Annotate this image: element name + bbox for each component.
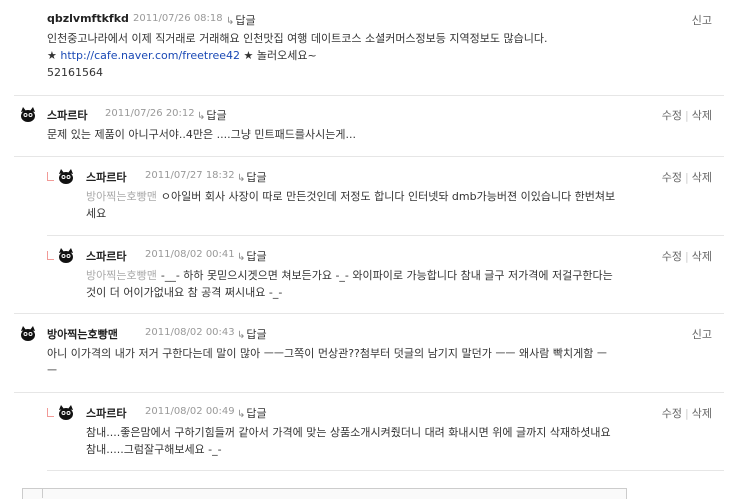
reply-button[interactable]: ↳답글	[237, 326, 267, 342]
comment-text: -__- 하하 못믿으시겟으면 쳐보든가요 -_- 와이파이로 가능합니다 참내…	[160, 269, 613, 282]
comment-actions: 신고	[692, 12, 712, 28]
reply-button[interactable]: ↳답글	[237, 169, 267, 185]
comment-content: 문제 있는 제품이 아니구서야..4만은 ....그냥 민트패드를사시는게...	[47, 126, 356, 143]
comment-input-avatar-slot	[22, 488, 43, 498]
comment-nickname[interactable]: 스파르타	[86, 248, 126, 264]
reply-label: 답글	[246, 328, 267, 341]
comment-divider	[14, 95, 724, 96]
action-separator: |	[685, 171, 689, 184]
avatar-icon	[59, 248, 73, 263]
avatar-icon	[59, 169, 73, 184]
comment-divider	[14, 392, 724, 393]
action-separator: |	[685, 250, 689, 263]
addressee-tag[interactable]: 방아찍는호빵맨	[86, 269, 157, 282]
avatar-icon	[21, 107, 35, 122]
delete-button[interactable]: 삭제	[692, 250, 712, 263]
comment-divider	[47, 470, 724, 471]
reply-indicator-icon	[47, 251, 54, 260]
comment-text-line: ★ http://cafe.naver.com/freetree42 ★ 놀러오…	[47, 47, 547, 64]
reply-label: 답글	[235, 14, 256, 27]
comment-date: 2011/08/02 00:49	[145, 406, 235, 417]
comment-nickname[interactable]: 스파르타	[47, 107, 87, 123]
reply-arrow-icon: ↳	[237, 252, 246, 263]
comment-nickname[interactable]: 스파르타	[86, 405, 126, 421]
comment-date: 2011/08/02 00:43	[145, 327, 235, 338]
reply-button[interactable]: ↳답글	[237, 405, 267, 421]
comment-date: 2011/07/27 18:32	[145, 170, 235, 181]
reply-arrow-icon: ↳	[237, 409, 246, 420]
comment-content: 방아찍는호빵맨 ㅇ아일버 회사 사장이 따로 만든것인데 저정도 합니다 인터넷돠…	[86, 188, 726, 222]
reply-arrow-icon: ↳	[197, 111, 206, 122]
comment-content: 방아찍는호빵맨 -__- 하하 못믿으시겟으면 쳐보든가요 -_- 와이파이로 가…	[86, 267, 726, 301]
comment-text-line: 방아찍는호빵맨 ㅇ아일버 회사 사장이 따로 만든것인데 저정도 합니다 인터넷돠…	[86, 188, 726, 205]
edit-button[interactable]: 수정	[662, 250, 682, 263]
comment-divider	[14, 313, 724, 314]
action-separator: |	[685, 407, 689, 420]
comment-content: 참내....좋은맘에서 구하기힘들꺼 같아서 가격에 맞는 상품소개시켜줬더니 …	[86, 424, 726, 458]
reply-indicator-icon	[47, 172, 54, 181]
avatar-icon	[59, 405, 73, 420]
comment-actions: 수정 | 삭제	[662, 107, 712, 123]
reply-indicator-icon	[47, 408, 54, 417]
reply-label: 답글	[246, 250, 267, 263]
reply-button[interactable]: ↳답글	[197, 107, 227, 123]
comment-text-line: 방아찍는호빵맨 -__- 하하 못믿으시겟으면 쳐보든가요 -_- 와이파이로 가…	[86, 267, 726, 284]
comment-text-line: 52161564	[47, 66, 103, 79]
comment-date: 2011/07/26 08:18	[133, 13, 223, 24]
delete-button[interactable]: 삭제	[692, 407, 712, 420]
delete-button[interactable]: 삭제	[692, 109, 712, 122]
edit-button[interactable]: 수정	[662, 407, 682, 420]
comment-text: ㅇ아일버 회사 사장이 따로 만든것인데 저정도 합니다 인터넷돠 dmb가능버…	[160, 190, 616, 203]
addressee-tag[interactable]: 방아찍는호빵맨	[86, 190, 157, 203]
reply-label: 답글	[246, 407, 267, 420]
comment-text-line: 세요	[86, 207, 107, 220]
comment-nickname[interactable]: 방아찍는호빵맨	[47, 326, 118, 342]
comment-nickname[interactable]: 스파르타	[86, 169, 126, 185]
reply-arrow-icon: ↳	[237, 173, 246, 184]
comment-text-line: 참내.....그럼잘구해보세요 -_-	[86, 443, 222, 456]
comment-actions: 수정 | 삭제	[662, 248, 712, 264]
cafe-link[interactable]: http://cafe.naver.com/freetree42	[60, 49, 240, 62]
comment-text-line: 것이 더 어이가없내요 참 공격 쩌시내요 -_-	[86, 286, 283, 299]
comment-text-line: 문제 있는 제품이 아니구서야..4만은 ....그냥 민트패드를사시는게...	[47, 128, 356, 141]
comment-content: 아니 이가격의 내가 저거 구한다는데 말이 많아 ㅡㅡ그쪽이 먼상관??첨부터…	[47, 345, 727, 379]
star-icon: ★	[243, 49, 254, 62]
comment-text-line: 참내....좋은맘에서 구하기힘들꺼 같아서 가격에 맞는 상품소개시켜줬더니 …	[86, 426, 611, 439]
report-button[interactable]: 신고	[692, 328, 712, 341]
reply-label: 답글	[206, 109, 227, 122]
comment-actions: 신고	[692, 326, 712, 342]
star-icon: ★	[47, 49, 57, 62]
comment-text-line: 인천중고나라에서 이제 직거래로 거래해요 인천맛집 여행 데이트코스 소셜커머…	[47, 32, 548, 45]
comment-text-line: 아니 이가격의 내가 저거 구한다는데 말이 많아 ㅡㅡ그쪽이 먼상관??첨부터…	[47, 347, 608, 360]
comment-divider	[47, 235, 724, 236]
edit-button[interactable]: 수정	[662, 109, 682, 122]
avatar-icon	[21, 326, 35, 341]
edit-button[interactable]: 수정	[662, 171, 682, 184]
reply-button[interactable]: ↳답글	[237, 248, 267, 264]
comment-text-line: ㅡ	[47, 364, 58, 377]
comment-actions: 수정 | 삭제	[662, 405, 712, 421]
action-separator: |	[685, 109, 689, 122]
link-suffix: 놀러오세요~	[256, 49, 317, 62]
reply-arrow-icon: ↳	[226, 16, 235, 27]
comment-date: 2011/08/02 00:41	[145, 249, 235, 260]
reply-label: 답글	[246, 171, 267, 184]
comment-content: 인천중고나라에서 이제 직거래로 거래해요 인천맛집 여행 데이트코스 소셜커머…	[47, 30, 547, 81]
report-button[interactable]: 신고	[692, 14, 712, 27]
comment-divider	[14, 156, 724, 157]
comment-nickname[interactable]: qbzlvmftkfkd	[47, 12, 129, 25]
comment-date: 2011/07/26 20:12	[105, 108, 195, 119]
delete-button[interactable]: 삭제	[692, 171, 712, 184]
comment-actions: 수정 | 삭제	[662, 169, 712, 185]
reply-arrow-icon: ↳	[237, 330, 246, 341]
reply-button[interactable]: ↳답글	[226, 12, 256, 28]
